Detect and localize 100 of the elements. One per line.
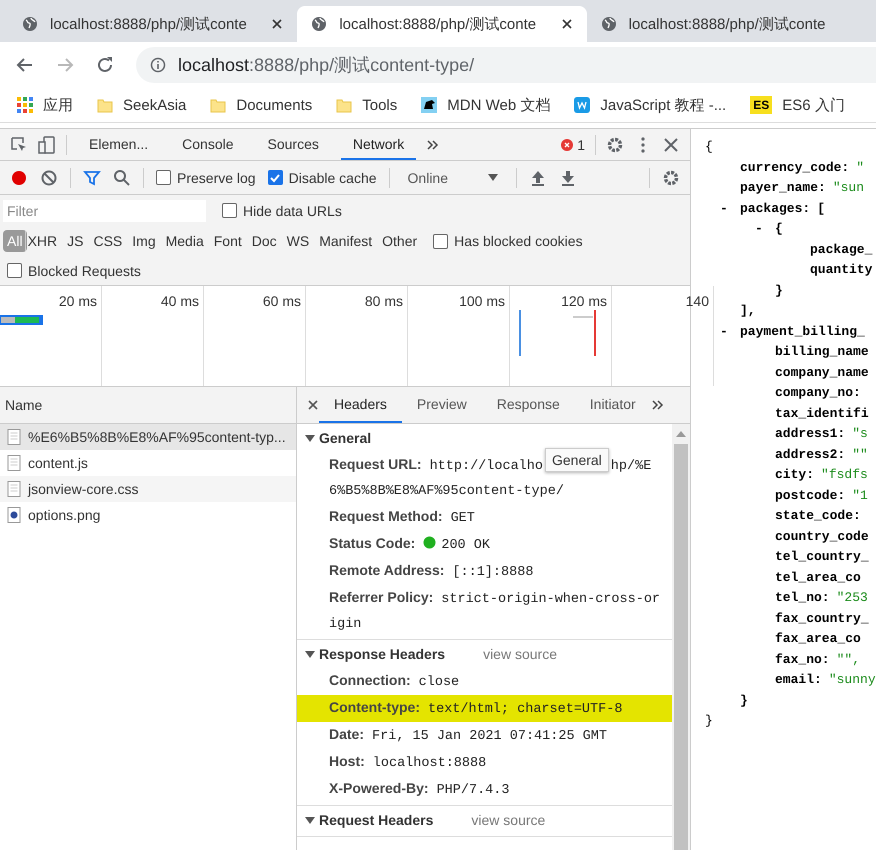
checkbox-label: Has blocked cookies: [454, 233, 583, 249]
filter-field[interactable]: Filter: [3, 200, 206, 222]
tooltip: General: [544, 448, 609, 472]
clear-icon[interactable]: [40, 168, 58, 186]
checkbox[interactable]: [222, 203, 237, 218]
download-icon[interactable]: [559, 168, 577, 186]
expand-triangle-icon[interactable]: [305, 815, 315, 825]
browser-tab[interactable]: localhost:8888/php/测试conte: [8, 6, 298, 42]
bookmark[interactable]: Tools: [336, 96, 398, 114]
type-filter-button[interactable]: Manifest: [315, 230, 376, 252]
device-icon[interactable]: [38, 136, 56, 154]
close-icon[interactable]: [662, 136, 680, 154]
type-filter-button[interactable]: Media: [162, 230, 208, 252]
type-filter-button[interactable]: WS: [282, 230, 314, 252]
view-source-link[interactable]: view source: [471, 812, 546, 828]
expand-triangle-icon[interactable]: [305, 649, 315, 659]
bookmark-label: SeekAsia: [123, 96, 186, 114]
header-name: Remote Address:: [329, 562, 444, 578]
url-path: :8888/php/测试content-type/: [249, 54, 474, 77]
details-tab[interactable]: Preview: [402, 387, 482, 423]
devtools-tab[interactable]: Elemen...: [77, 129, 160, 160]
bookmark-label: Documents: [236, 96, 312, 114]
json-string: "",: [836, 652, 860, 666]
globe-icon: [22, 16, 38, 32]
type-filter-button[interactable]: JS: [63, 230, 88, 252]
header-name: Request Method:: [329, 508, 443, 524]
scrollbar[interactable]: [672, 424, 690, 850]
checkbox[interactable]: [7, 263, 22, 278]
error-count[interactable]: 1: [577, 136, 585, 152]
settings-icon[interactable]: [662, 168, 680, 186]
more-tabs-icon[interactable]: [650, 398, 665, 412]
type-filter-button[interactable]: Doc: [248, 230, 281, 252]
inspect-cursor-icon[interactable]: [10, 136, 28, 154]
settings-icon[interactable]: [606, 136, 624, 154]
checkbox-label: Blocked Requests: [28, 262, 141, 278]
type-filter-button[interactable]: Img: [128, 230, 160, 252]
devtools-tab[interactable]: Console: [170, 129, 246, 160]
json-string: "sun: [832, 180, 864, 195]
json-key: packages:: [740, 200, 810, 216]
es-badge: ES: [750, 96, 772, 114]
checkbox[interactable]: [433, 234, 448, 248]
folder-icon: [210, 97, 226, 113]
devtools-tab[interactable]: Sources: [256, 129, 331, 160]
type-filter-button[interactable]: Font: [210, 230, 246, 252]
json-key: currency_code:: [740, 160, 850, 174]
bookmark[interactable]: MDN Web 文档: [421, 96, 550, 114]
bookmark[interactable]: SeekAsia: [97, 96, 186, 114]
filter-icon[interactable]: [83, 168, 101, 186]
header-value: close: [418, 675, 460, 690]
column-header[interactable]: Name: [0, 387, 296, 424]
collapse-toggle[interactable]: -: [755, 219, 763, 240]
bookmark[interactable]: JavaScript 教程 -...: [574, 96, 726, 114]
checkbox[interactable]: [156, 170, 171, 185]
type-filter-button[interactable]: CSS: [89, 230, 126, 252]
header-value: GET: [450, 511, 475, 526]
header-value: [::1]:8888: [452, 565, 534, 580]
checkbox[interactable]: [268, 170, 283, 185]
bookmark[interactable]: ES ES6 入门: [750, 96, 845, 114]
tab-title: localhost:8888/php/测试conte: [339, 14, 538, 34]
record-icon[interactable]: [10, 168, 28, 186]
section-header[interactable]: Response Headers: [305, 646, 446, 662]
json-key: fax_no:: [775, 652, 830, 666]
request-row[interactable]: options.png: [0, 502, 296, 528]
bookmark[interactable]: 应用: [17, 96, 73, 114]
tab-title: localhost:8888/php/测试conte: [50, 14, 248, 34]
dinosaur-icon: [421, 97, 438, 113]
section-header[interactable]: General: [305, 430, 372, 446]
request-row[interactable]: %E6%B5%8B%E8%AF%95content-typ...: [0, 424, 296, 450]
collapse-toggle[interactable]: -: [720, 322, 728, 342]
expand-triangle-icon[interactable]: [305, 433, 315, 443]
more-tabs-icon[interactable]: [426, 138, 440, 152]
details-tab[interactable]: Response: [482, 387, 575, 423]
address-field[interactable]: localhost:8888/php/测试content-type/: [136, 47, 876, 83]
collapse-toggle[interactable]: -: [720, 198, 728, 219]
reload-icon[interactable]: [96, 56, 114, 74]
details-tab[interactable]: Headers: [319, 387, 402, 423]
globe-icon: [600, 16, 617, 32]
request-row[interactable]: content.js: [0, 450, 296, 476]
search-icon[interactable]: [113, 168, 131, 186]
json-bracket: }: [740, 692, 748, 708]
image-file-icon: [6, 507, 22, 523]
json-bracket: }: [775, 282, 783, 298]
details-tab[interactable]: Initiator: [574, 387, 651, 423]
header-value: localhost:8888: [372, 756, 486, 771]
close-icon[interactable]: [271, 18, 284, 30]
browser-tab[interactable]: localhost:8888/php/测试conte: [297, 6, 587, 42]
json-string: "sunny: [828, 672, 876, 687]
type-filter-button[interactable]: Other: [378, 230, 422, 252]
section-header[interactable]: Request Headers: [305, 812, 434, 828]
view-source-link[interactable]: view source: [483, 646, 557, 662]
header-name: Status Code:: [329, 535, 416, 551]
throttling-dropdown[interactable]: Online: [402, 170, 504, 186]
browser-tab[interactable]: localhost:8888/php/测试conte: [586, 6, 876, 42]
bookmark[interactable]: Documents: [210, 96, 312, 114]
upload-icon[interactable]: [529, 168, 547, 186]
close-icon[interactable]: [560, 18, 573, 30]
close-icon[interactable]: [307, 399, 319, 411]
back-arrow-icon[interactable]: [16, 56, 34, 74]
request-row[interactable]: jsonview-core.css: [0, 476, 296, 502]
devtools-tab[interactable]: Network: [340, 129, 416, 160]
